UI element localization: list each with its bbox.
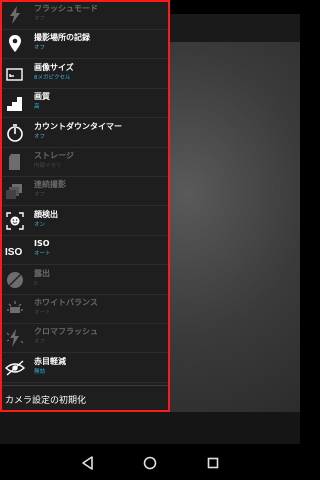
setting-value: オン bbox=[34, 221, 46, 228]
setting-row-flash-mode[interactable]: フラッシュモード オフ bbox=[2, 2, 168, 30]
location-pin-icon bbox=[4, 33, 26, 55]
image-size-icon bbox=[4, 63, 26, 85]
setting-label: 顔検出 bbox=[34, 209, 58, 219]
setting-row-countdown-timer[interactable]: カウントダウンタイマー オフ bbox=[2, 119, 168, 148]
setting-label: 露出 bbox=[34, 268, 50, 278]
setting-row-burst-shot[interactable]: 連続撮影 オフ bbox=[2, 177, 168, 207]
setting-value: オフ bbox=[34, 45, 46, 52]
exposure-icon bbox=[4, 269, 26, 291]
setting-row-image-quality[interactable]: 画質高 bbox=[2, 89, 168, 119]
face-detect-icon bbox=[4, 210, 26, 232]
recents-icon[interactable] bbox=[204, 454, 222, 472]
navigation-bar bbox=[0, 444, 300, 480]
setting-row-chroma-flash[interactable]: クロマフラッシュ オフ bbox=[2, 324, 168, 354]
setting-value: 内部メモリ bbox=[34, 163, 62, 169]
setting-value: 高 bbox=[34, 104, 40, 111]
setting-value: オフ bbox=[34, 133, 46, 140]
setting-label: 連続撮影 bbox=[34, 180, 66, 190]
svg-text:ISO: ISO bbox=[5, 247, 22, 258]
setting-label: カウントダウンタイマー bbox=[34, 121, 122, 131]
reset-label: カメラ設定の初期化 bbox=[5, 396, 87, 406]
setting-label: ISO bbox=[34, 239, 50, 249]
setting-row-storage[interactable]: ストレージ内部メモリ bbox=[2, 148, 168, 177]
setting-value: 0 bbox=[34, 280, 38, 287]
setting-value: オフ bbox=[34, 192, 46, 199]
setting-label: 画質 bbox=[34, 92, 50, 102]
white-balance-icon bbox=[4, 298, 26, 320]
setting-row-red-eye-reduction[interactable]: 赤目軽減 無効 bbox=[2, 354, 168, 383]
burst-icon bbox=[4, 180, 26, 202]
setting-label: クロマフラッシュ bbox=[34, 327, 98, 337]
setting-label: ストレージ bbox=[34, 151, 74, 160]
camera-settings-panel: フラッシュモード オフ 撮影場所の記録 オフ 画像サイズ 8メガピクセル 画質高カウントダウ… bbox=[0, 0, 170, 412]
setting-value: オフ bbox=[34, 339, 46, 346]
setting-row-face-detection[interactable]: 顔検出 オン bbox=[2, 207, 168, 236]
red-eye-icon bbox=[4, 357, 26, 379]
setting-label: ホワイトバランス bbox=[34, 298, 98, 307]
setting-row-iso[interactable]: ISO ISO オート bbox=[2, 236, 168, 266]
setting-label: 撮影場所の記録 bbox=[34, 33, 90, 43]
setting-row-location-record[interactable]: 撮影場所の記録 オフ bbox=[2, 30, 168, 60]
setting-value: 無効 bbox=[34, 368, 46, 375]
setting-value: オート bbox=[34, 251, 51, 258]
home-icon[interactable] bbox=[141, 454, 159, 472]
iso-icon: ISO bbox=[4, 239, 26, 261]
reset-camera-settings-button[interactable]: カメラ設定の初期化 bbox=[2, 385, 168, 410]
setting-label: フラッシュモード bbox=[34, 4, 98, 13]
preview-bottom-strip bbox=[0, 412, 300, 444]
setting-label: 画像サイズ bbox=[34, 62, 74, 72]
sd-card-icon bbox=[4, 151, 26, 173]
setting-row-exposure[interactable]: 露出 0 bbox=[2, 266, 168, 295]
setting-row-white-balance[interactable]: ホワイトバランス オート bbox=[2, 295, 168, 324]
setting-value: 8メガピクセル bbox=[34, 74, 71, 81]
setting-value: オート bbox=[34, 310, 51, 316]
setting-label: 赤目軽減 bbox=[34, 356, 66, 366]
setting-value: オフ bbox=[34, 16, 46, 22]
flash-icon bbox=[4, 4, 26, 26]
back-icon[interactable] bbox=[79, 454, 97, 472]
setting-row-image-size[interactable]: 画像サイズ 8メガピクセル bbox=[2, 60, 168, 89]
chroma-flash-icon bbox=[4, 327, 26, 349]
timer-icon bbox=[4, 122, 26, 144]
quality-bars-icon bbox=[4, 92, 26, 114]
